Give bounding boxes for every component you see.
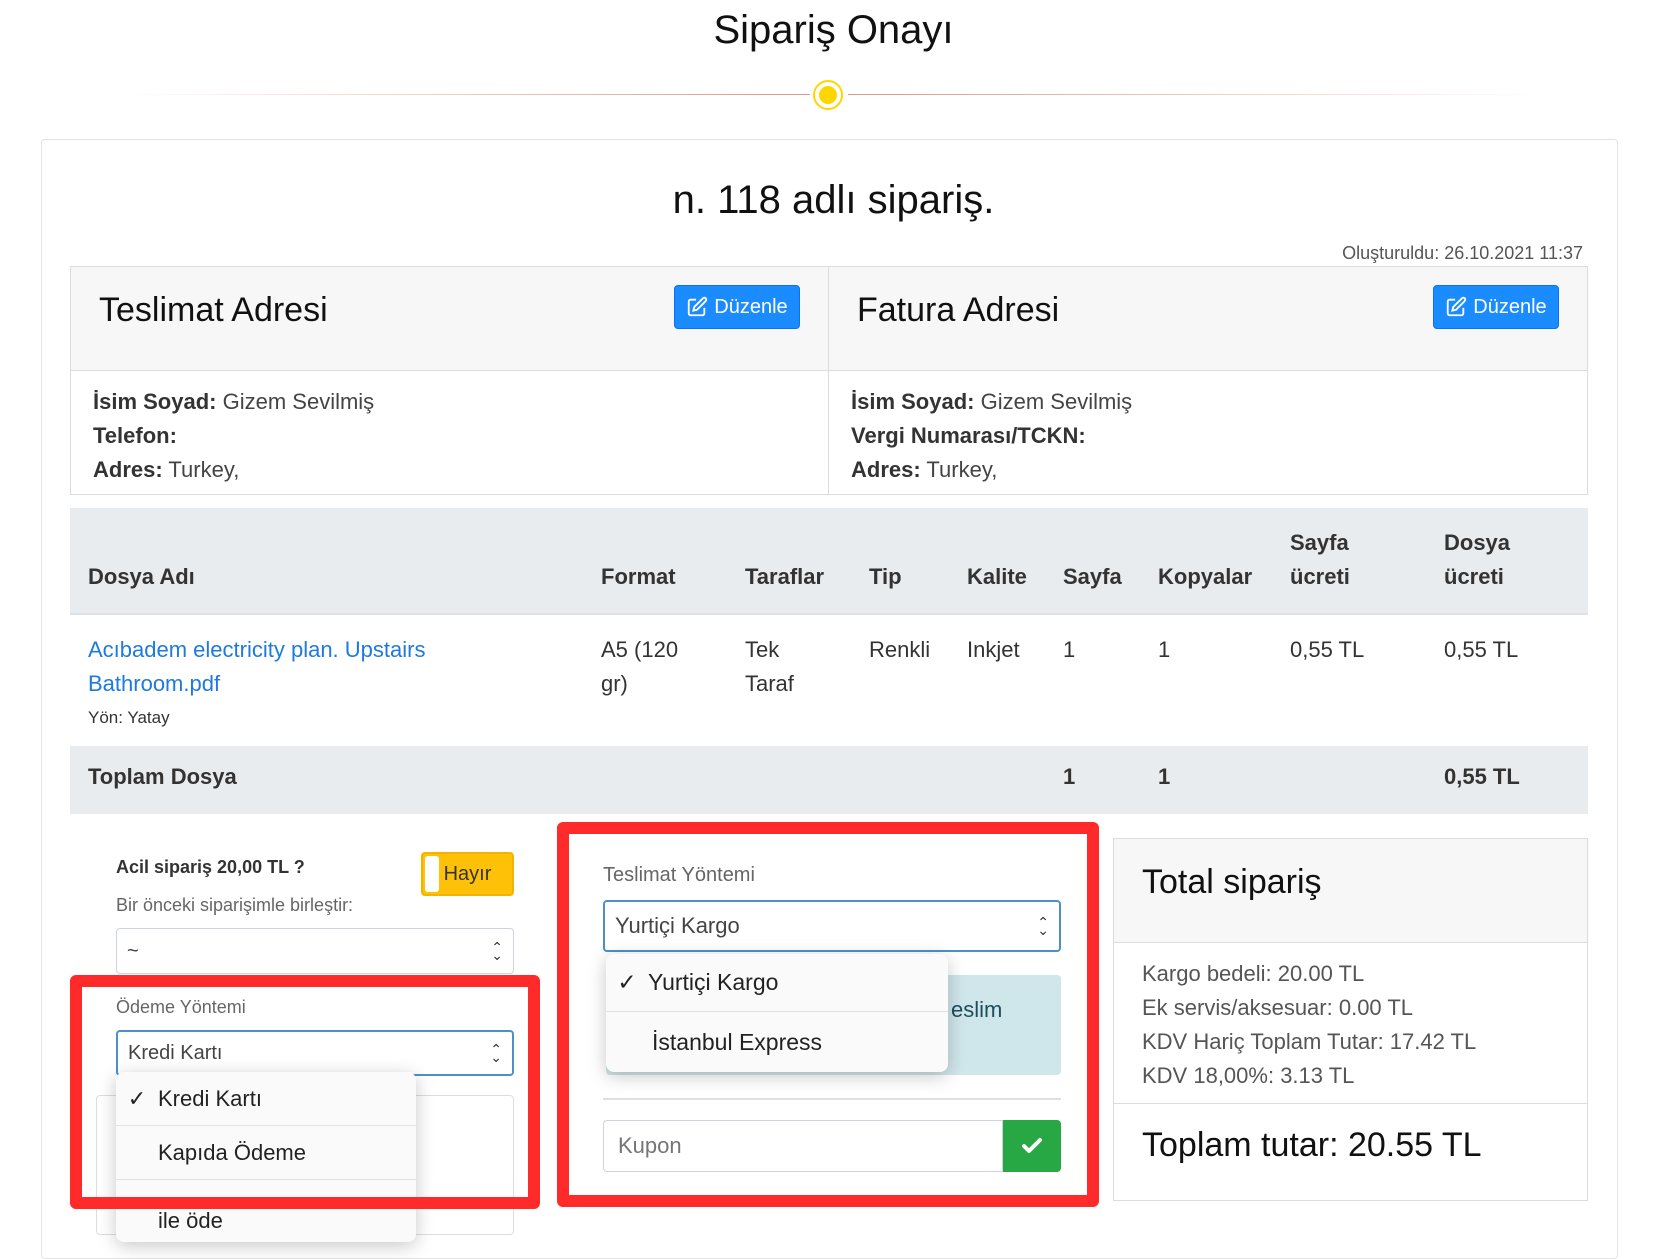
name-value: Gizem Sevilmiş xyxy=(980,389,1133,414)
address-label: Adres: xyxy=(93,457,163,482)
th-sides: Taraflar xyxy=(745,564,825,589)
th-pages: Sayfa xyxy=(1063,564,1122,589)
order-summary-header: Total sipariş xyxy=(1114,839,1587,943)
urgent-order-label: Acil sipariş 20,00 TL ? xyxy=(116,857,305,877)
format-line2: gr) xyxy=(601,671,628,696)
total-copies: 1 xyxy=(1158,764,1171,789)
vat-amount: KDV 18,00%: 3.13 TL xyxy=(1142,1063,1355,1088)
files-table-header: Dosya Adı Format Taraflar Tip Kalite Say… xyxy=(70,508,1588,615)
title-divider-right xyxy=(848,94,1538,95)
table-row: Acıbadem electricity plan. Upstairs Bath… xyxy=(70,617,1588,745)
file-name-line1[interactable]: Acıbadem electricity plan. Upstairs xyxy=(88,633,425,667)
file-link[interactable]: Acıbadem electricity plan. Upstairs Bath… xyxy=(88,633,425,701)
title-divider-dot xyxy=(815,82,841,108)
page-fee-cell: 0,55 TL xyxy=(1290,637,1365,662)
th-format: Format xyxy=(601,564,676,589)
file-name-cell: Acıbadem electricity plan. Upstairs Bath… xyxy=(88,633,425,735)
address-value: Turkey, xyxy=(926,457,998,482)
edit-label: Düzenle xyxy=(714,295,788,318)
toggle-knob xyxy=(425,856,439,892)
sides-line2: Taraf xyxy=(745,671,794,696)
pages-cell: 1 xyxy=(1063,637,1076,662)
sides-line1: Tek xyxy=(745,637,780,662)
th-copies: Kopyalar xyxy=(1158,564,1253,589)
billing-address-body: İsim Soyad: Gizem Sevilmiş Vergi Numaras… xyxy=(851,385,1132,487)
delivery-address-header: Teslimat Adresi Düzenle xyxy=(71,267,828,371)
total-pages: 1 xyxy=(1063,764,1076,789)
sides-cell: Tek Taraf xyxy=(745,633,794,701)
total-fee: 0,55 TL xyxy=(1444,764,1520,789)
title-divider-left xyxy=(120,94,810,95)
edit-delivery-address-button[interactable]: Düzenle xyxy=(674,285,800,329)
edit-billing-address-button[interactable]: Düzenle xyxy=(1433,285,1559,329)
name-label: İsim Soyad: xyxy=(851,389,975,414)
subtotal-excl-vat: KDV Hariç Toplam Tutar: 17.42 TL xyxy=(1142,1029,1477,1054)
edit-label: Düzenle xyxy=(1473,295,1547,318)
file-fee-cell: 0,55 TL xyxy=(1444,637,1519,662)
shipping-cost: Kargo bedeli: 20.00 TL xyxy=(1142,961,1365,986)
format-cell: A5 (120 gr) xyxy=(601,633,678,701)
th-page-fee-line1: Sayfa xyxy=(1290,530,1349,555)
copies-cell: 1 xyxy=(1158,637,1171,662)
address-label: Adres: xyxy=(851,457,921,482)
order-summary-title: Total sipariş xyxy=(1142,863,1322,901)
file-orientation: Yön: Yatay xyxy=(88,708,170,727)
th-file-fee-line2: ücreti xyxy=(1444,564,1504,589)
highlight-box-delivery xyxy=(557,822,1099,1207)
merge-order-value: ~ xyxy=(127,939,139,962)
billing-address-panel: Fatura Adresi Düzenle İsim Soyad: Gizem … xyxy=(829,266,1588,495)
name-label: İsim Soyad: xyxy=(93,389,217,414)
th-quality: Kalite xyxy=(967,564,1027,589)
merge-order-label: Bir önceki siparişimle birleştir: xyxy=(116,895,354,915)
payment-option-partial-label: ile öde xyxy=(158,1208,223,1233)
order-summary-panel: Total sipariş Kargo bedeli: 20.00 TL Ek … xyxy=(1113,838,1588,1201)
quality-cell: Inkjet xyxy=(967,637,1020,662)
th-file-fee-line1: Dosya xyxy=(1444,530,1511,555)
phone-label: Telefon: xyxy=(93,423,177,448)
merge-order-select[interactable]: ~ ⌃ ⌄ xyxy=(116,928,514,974)
total-label: Toplam Dosya xyxy=(88,764,237,789)
select-chevrons-icon: ⌃ ⌄ xyxy=(491,939,503,963)
page-title: Sipariş Onayı xyxy=(713,8,954,52)
delivery-address-title: Teslimat Adresi xyxy=(99,291,328,329)
delivery-address-panel: Teslimat Adresi Düzenle İsim Soyad: Gize… xyxy=(70,266,829,495)
order-total: Toplam tutar: 20.55 TL xyxy=(1114,1103,1587,1187)
th-type: Tip xyxy=(869,564,902,589)
highlight-box-payment xyxy=(70,975,540,1209)
edit-icon xyxy=(688,296,708,317)
edit-icon xyxy=(1447,296,1467,317)
file-name-line2[interactable]: Bathroom.pdf xyxy=(88,667,425,701)
delivery-address-body: İsim Soyad: Gizem Sevilmiş Telefon: Adre… xyxy=(93,385,374,487)
format-line1: A5 (120 xyxy=(601,637,679,662)
address-value: Turkey, xyxy=(168,457,240,482)
type-cell: Renkli xyxy=(869,637,931,662)
order-summary-lines: Kargo bedeli: 20.00 TL Ek servis/aksesua… xyxy=(1142,957,1476,1093)
billing-address-title: Fatura Adresi xyxy=(857,291,1060,329)
order-title: n. 118 adlı sipariş. xyxy=(672,178,995,222)
urgent-toggle-label: Hayır xyxy=(443,862,492,885)
th-file-name: Dosya Adı xyxy=(88,564,195,589)
extra-services-cost: Ek servis/aksesuar: 0.00 TL xyxy=(1142,995,1414,1020)
name-value: Gizem Sevilmiş xyxy=(222,389,375,414)
th-page-fee: Sayfa ücreti xyxy=(1290,526,1350,594)
tax-number-label: Vergi Numarası/TCKN: xyxy=(851,423,1086,448)
urgent-order-toggle[interactable]: Hayır xyxy=(421,852,514,896)
th-page-fee-line2: ücreti xyxy=(1290,564,1350,589)
billing-address-header: Fatura Adresi Düzenle xyxy=(829,267,1587,371)
th-file-fee: Dosya ücreti xyxy=(1444,526,1510,594)
files-total-row: Toplam Dosya 1 1 0,55 TL xyxy=(70,746,1588,814)
created-at: Oluşturuldu: 26.10.2021 11:37 xyxy=(1342,243,1583,263)
